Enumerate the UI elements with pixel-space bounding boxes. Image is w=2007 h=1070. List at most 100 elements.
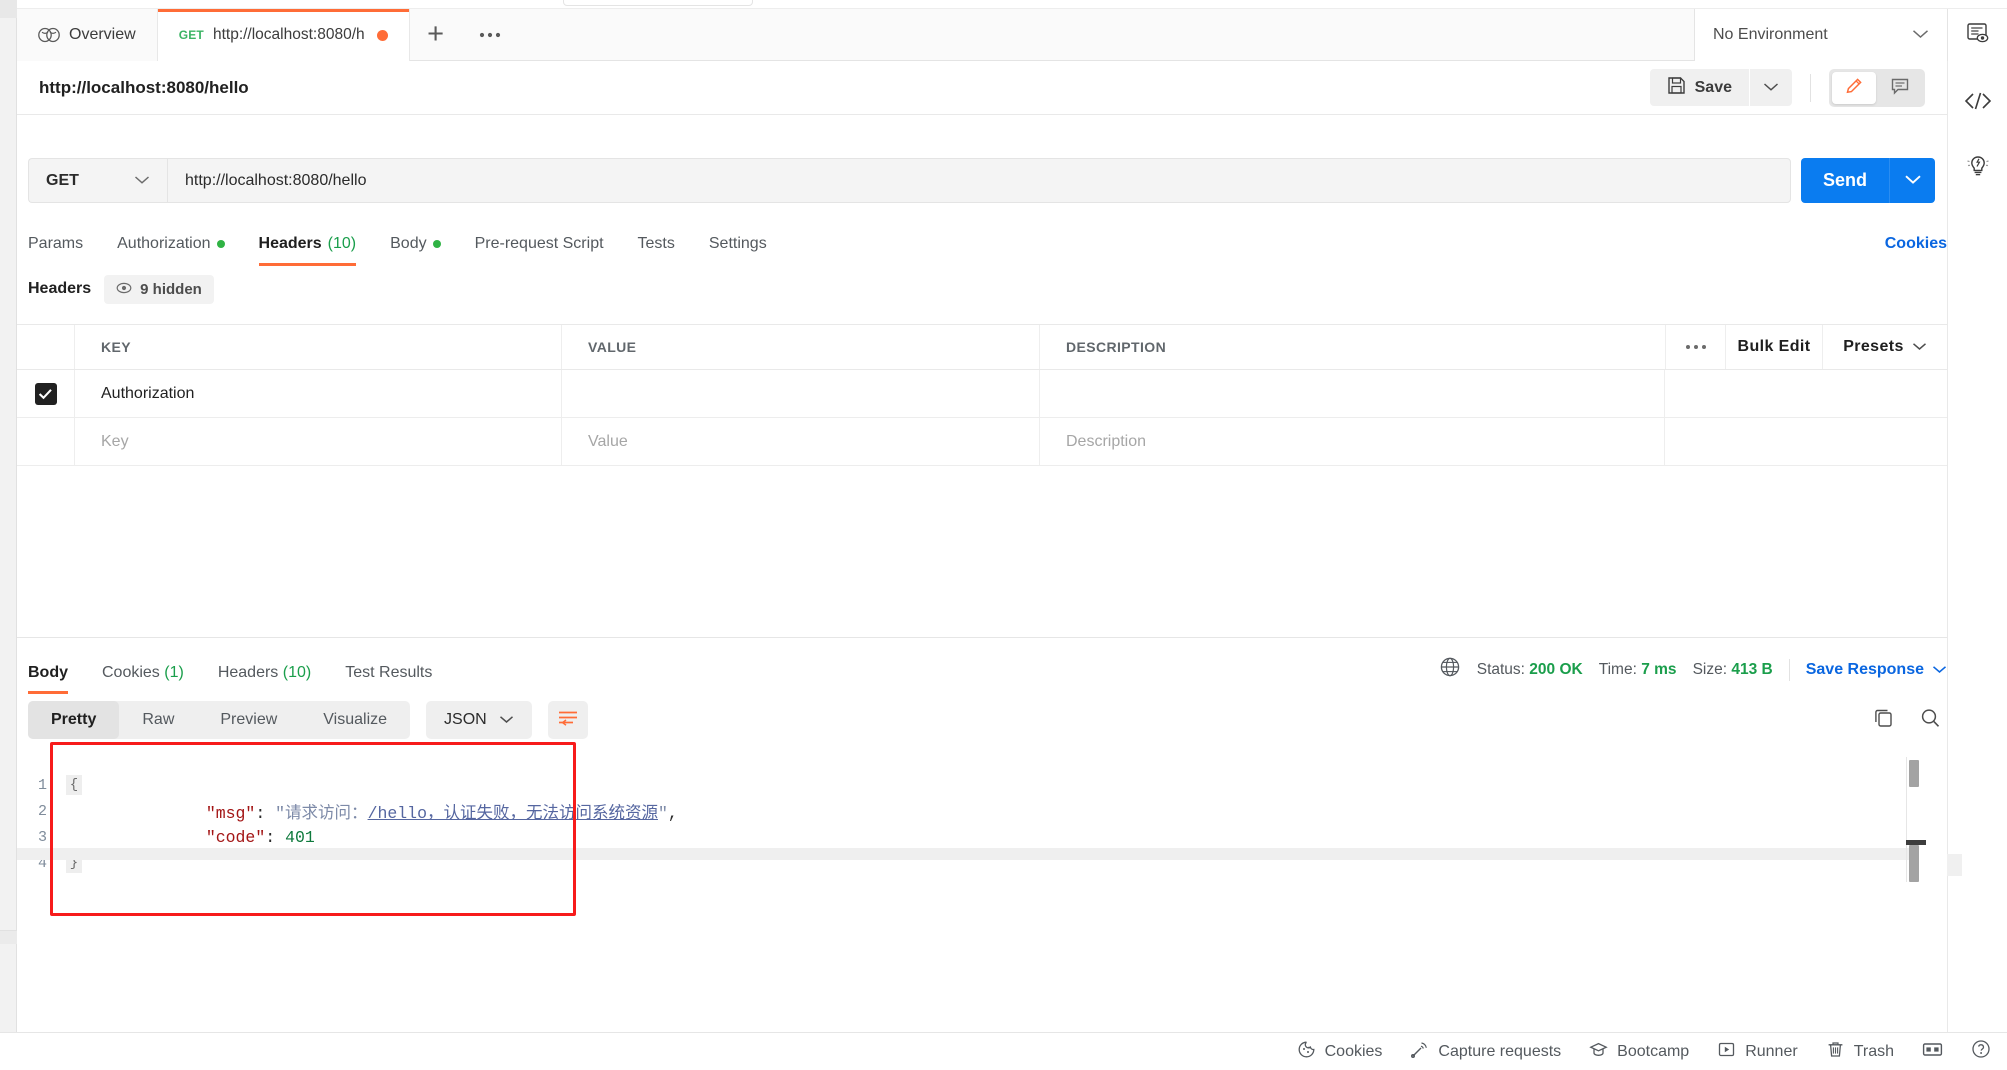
unsaved-changes-dot (376, 29, 388, 41)
view-mode-visualize[interactable]: Visualize (300, 701, 410, 739)
tab-overview[interactable]: Overview (17, 9, 158, 61)
json-colon: : (265, 827, 286, 847)
row-enabled-checkbox[interactable] (34, 382, 57, 405)
tab-params[interactable]: Params (28, 235, 100, 266)
table-row[interactable]: Authorization (17, 370, 1947, 418)
status-cookies-button[interactable]: Cookies (1297, 1040, 1382, 1064)
response-tab-cookies[interactable]: Cookies (1) (85, 664, 201, 694)
headers-table: KEY VALUE DESCRIPTION Bulk Edit Presets (17, 324, 1947, 466)
edit-mode-button[interactable] (1832, 71, 1876, 104)
tab-settings[interactable]: Settings (692, 235, 784, 266)
status-runner-button[interactable]: Runner (1717, 1040, 1798, 1064)
code-snippet-icon[interactable] (1963, 89, 1993, 118)
status-capture-requests-button[interactable]: Capture requests (1410, 1040, 1561, 1064)
left-sidebar-rail[interactable] (0, 0, 17, 1032)
view-mode-preview[interactable]: Preview (197, 701, 300, 739)
response-section-tabs: Body Cookies (1) Headers (10) Test Resul… (28, 650, 1947, 694)
presets-button[interactable]: Presets (1822, 325, 1947, 369)
response-tab-cookies-label: Cookies (102, 664, 160, 681)
response-horizontal-scroll-row[interactable] (17, 848, 1919, 860)
response-tab-body[interactable]: Body (28, 664, 85, 694)
comment-icon (1890, 76, 1910, 99)
status-two-pane-button[interactable] (1922, 1041, 1943, 1063)
tab-pre-request-script[interactable]: Pre-request Script (458, 235, 621, 266)
sidebar-top-notch (0, 0, 17, 18)
tab-method-label: GET (178, 28, 204, 42)
http-method-selector[interactable]: GET (28, 158, 167, 203)
tab-headers-count: (10) (327, 235, 357, 252)
view-mode-raw[interactable]: Raw (119, 701, 197, 739)
view-mode-pretty[interactable]: Pretty (28, 701, 120, 739)
tab-body[interactable]: Body (373, 235, 457, 266)
table-row-placeholder[interactable]: Key Value Description (17, 418, 1947, 466)
cookie-icon (1297, 1040, 1316, 1064)
header-col-key: KEY (75, 325, 562, 369)
copy-icon (1873, 707, 1895, 734)
wrap-lines-button[interactable] (547, 701, 588, 739)
environment-quick-look-button[interactable] (1947, 9, 2007, 61)
placeholder-value-input[interactable]: Value (562, 418, 1040, 465)
bulk-edit-button[interactable]: Bulk Edit (1725, 325, 1822, 369)
send-button[interactable]: Send (1801, 158, 1889, 203)
global-search-remnant[interactable] (563, 0, 753, 6)
response-scrollbar-thumb-lower[interactable] (1909, 845, 1919, 882)
new-tab-button[interactable]: + (410, 9, 462, 60)
headers-more-options-button[interactable] (1665, 325, 1725, 369)
environment-selector[interactable]: No Environment (1694, 9, 1947, 61)
tab-authorization[interactable]: Authorization (100, 235, 241, 266)
authorization-set-dot (216, 240, 225, 248)
placeholder-description-input[interactable]: Description (1040, 418, 1665, 465)
tab-request-get-hello[interactable]: GET http://localhost:8080/h (157, 9, 410, 61)
status-trash-button[interactable]: Trash (1826, 1040, 1894, 1064)
chevron-down-icon (499, 711, 514, 729)
status-bootcamp-label: Bootcamp (1617, 1042, 1690, 1060)
tab-body-label: Body (390, 235, 427, 252)
json-number-value: 401 (285, 827, 315, 847)
send-options-button[interactable] (1889, 158, 1935, 203)
placeholder-key-input[interactable]: Key (75, 418, 562, 465)
copy-response-button[interactable] (1867, 703, 1901, 737)
hidden-headers-toggle[interactable]: 9 hidden (104, 274, 214, 304)
tab-headers[interactable]: Headers (10) (242, 235, 374, 266)
response-size: Size: 413 B (1693, 661, 1773, 679)
tab-more-options-button[interactable] (462, 9, 518, 60)
status-trash-label: Trash (1853, 1042, 1894, 1060)
postman-overview-icon (38, 27, 60, 43)
row-value-cell[interactable] (562, 370, 1040, 417)
response-scrollbar-thumb-upper[interactable] (1909, 760, 1919, 787)
response-tab-test-results[interactable]: Test Results (328, 664, 449, 694)
request-cookies-link[interactable]: Cookies (1885, 235, 1947, 266)
tab-tests[interactable]: Tests (621, 235, 692, 266)
tab-authorization-label: Authorization (117, 235, 211, 252)
response-tab-headers[interactable]: Headers (10) (201, 664, 328, 694)
response-time-value: 7 ms (1641, 660, 1677, 678)
response-status-value: 200 OK (1529, 660, 1583, 678)
json-string-link[interactable]: /hello，认证失败，无法访问系统资源 (368, 804, 658, 823)
comments-button[interactable] (1878, 72, 1922, 104)
save-response-button[interactable]: Save Response (1806, 661, 1947, 679)
status-runner-label: Runner (1745, 1042, 1798, 1060)
response-body-viewer[interactable]: 1 { 2 "msg": "请求访问：/hello，认证失败，无法访问系统资源"… (17, 750, 1947, 995)
request-url-input[interactable] (167, 158, 1791, 203)
tab-overview-label: Overview (69, 26, 136, 43)
placeholder-checkbox-cell (17, 418, 75, 465)
tab-settings-label: Settings (708, 235, 767, 252)
status-bootcamp-button[interactable]: Bootcamp (1589, 1040, 1689, 1064)
lightbulb-icon[interactable] (1964, 152, 1992, 185)
search-response-button[interactable] (1913, 703, 1947, 737)
response-time: Time: 7 ms (1599, 661, 1677, 679)
response-format-selector[interactable]: JSON (426, 701, 532, 739)
pencil-icon (1844, 76, 1864, 99)
row-description-cell[interactable] (1040, 370, 1665, 417)
tab-headers-label: Headers (258, 235, 322, 252)
response-tab-headers-count: (10) (282, 664, 312, 681)
response-tab-body-label: Body (28, 664, 68, 681)
save-button[interactable]: Save (1649, 69, 1749, 106)
save-options-button[interactable] (1750, 69, 1792, 106)
tab-params-label: Params (28, 235, 84, 252)
fold-marker[interactable]: { (61, 775, 87, 795)
status-help-button[interactable] (1971, 1039, 1991, 1064)
response-tab-test-results-label: Test Results (345, 664, 433, 681)
runner-icon (1717, 1040, 1736, 1064)
row-key-cell[interactable]: Authorization (75, 370, 562, 417)
